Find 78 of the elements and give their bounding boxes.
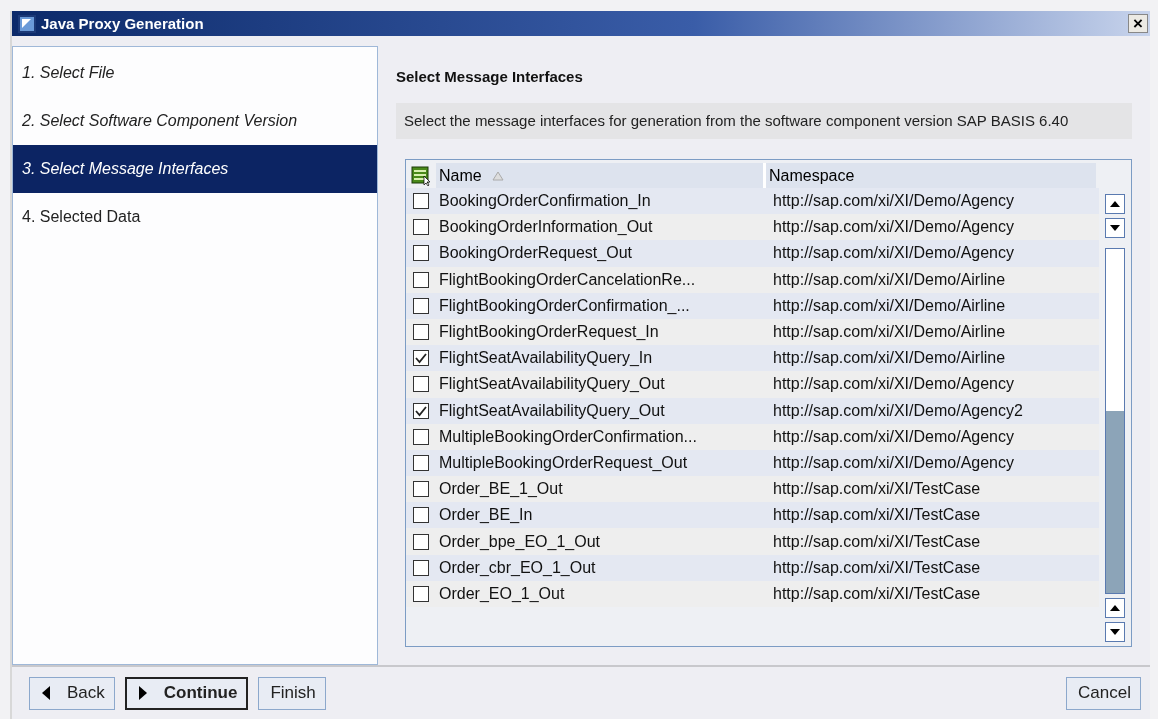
scroll-up-button[interactable] — [1105, 598, 1125, 618]
scroll-thumb[interactable] — [1106, 410, 1124, 593]
table-cell-text: http://sap.com/xi/XI/TestCase — [772, 532, 981, 551]
table-cell-text: Order_BE_In — [438, 506, 534, 525]
table-cell-text: http://sap.com/xi/XI/TestCase — [772, 506, 981, 525]
table-cell-text: Order_cbr_EO_1_Out — [438, 558, 597, 577]
wizard-button[interactable]: Finish — [258, 676, 326, 710]
down-arrow-icon — [1109, 628, 1121, 636]
wizard-button[interactable]: Back — [29, 676, 115, 710]
table-cell-text: Order_EO_1_Out — [438, 584, 566, 603]
wizard-button[interactable]: Continue — [124, 676, 249, 710]
table-cell-text: http://sap.com/xi/XI/Demo/Airline — [772, 349, 1006, 368]
table-cell-text: http://sap.com/xi/XI/Demo/Agency2 — [772, 401, 1023, 420]
up-arrow-icon — [1109, 200, 1121, 208]
table-cell-text: FlightBookingOrderConfirmation_... — [438, 296, 691, 315]
close-button[interactable]: × — [1128, 14, 1148, 33]
row-checkbox[interactable] — [413, 350, 429, 367]
description-text: Select the message interfaces for generation from the software component version SAP BASIS 6.40 — [396, 103, 1132, 139]
step-item[interactable]: 1. Select File — [13, 49, 377, 97]
down-arrow-icon — [1109, 224, 1121, 232]
table-cell-text: BookingOrderConfirmation_In — [438, 192, 652, 211]
row-checkbox[interactable] — [413, 376, 429, 393]
table-cell-text: Order_BE_1_Out — [438, 480, 564, 499]
row-checkbox[interactable] — [413, 454, 429, 471]
row-checkbox[interactable] — [413, 585, 429, 602]
row-checkbox[interactable] — [413, 245, 429, 262]
checkmark-icon — [414, 351, 428, 366]
table-cell-text: http://sap.com/xi/XI/Demo/Agency — [772, 453, 1014, 472]
table-cell-text: BookingOrderRequest_Out — [438, 244, 633, 263]
table-cell-text: FlightSeatAvailabilityQuery_Out — [438, 401, 666, 420]
table-cell-text: BookingOrderInformation_Out — [438, 218, 654, 237]
table-cell-text: FlightBookingOrderRequest_In — [438, 323, 660, 342]
right-arrow-icon — [137, 685, 148, 701]
row-checkbox[interactable] — [413, 324, 429, 341]
row-checkbox[interactable] — [413, 559, 429, 576]
row-checkbox[interactable] — [413, 402, 429, 419]
app-icon — [18, 14, 36, 33]
table-cell-text: MultipleBookingOrderConfirmation... — [438, 427, 698, 446]
row-checkbox[interactable] — [413, 507, 429, 524]
scroll-down-button[interactable] — [1105, 218, 1125, 238]
column-header[interactable]: Namespace — [766, 163, 1096, 188]
select-all-icon[interactable] — [411, 165, 431, 186]
window-title: Java Proxy Generation — [41, 15, 204, 32]
table-cell-text: http://sap.com/xi/XI/Demo/Agency — [772, 427, 1014, 446]
table-cell-text: http://sap.com/xi/XI/Demo/Airline — [772, 323, 1006, 342]
step-item[interactable]: 4. Selected Data — [13, 193, 377, 241]
scroll-up-button[interactable] — [1105, 194, 1125, 214]
row-checkbox[interactable] — [413, 271, 429, 288]
step-item[interactable]: 3. Select Message Interfaces — [13, 145, 377, 193]
cancel-button[interactable]: Cancel — [1066, 676, 1141, 710]
step-item[interactable]: 2. Select Software Component Version — [13, 97, 377, 145]
table-cell-text: FlightSeatAvailabilityQuery_Out — [438, 375, 666, 394]
row-checkbox[interactable] — [413, 481, 429, 498]
row-checkbox[interactable] — [413, 533, 429, 550]
table-cell-text: http://sap.com/xi/XI/TestCase — [772, 558, 981, 577]
row-checkbox[interactable] — [413, 428, 429, 445]
up-arrow-icon — [1109, 604, 1121, 612]
table-cell-text: FlightSeatAvailabilityQuery_In — [438, 349, 654, 368]
table-cell-text: Order_bpe_EO_1_Out — [438, 532, 601, 551]
table-cell-text: http://sap.com/xi/XI/Demo/Airline — [772, 296, 1006, 315]
sort-ascending-icon — [491, 170, 504, 181]
table-cell-text: MultipleBookingOrderRequest_Out — [438, 453, 689, 472]
column-header[interactable]: Name — [436, 163, 766, 188]
row-checkbox[interactable] — [413, 297, 429, 314]
table-cell-text: http://sap.com/xi/XI/Demo/Agency — [772, 375, 1014, 394]
row-checkbox[interactable] — [413, 219, 429, 236]
left-arrow-icon — [41, 685, 51, 701]
scroll-down-button[interactable] — [1105, 622, 1125, 642]
row-checkbox[interactable] — [413, 193, 429, 210]
table-cell-text: http://sap.com/xi/XI/TestCase — [772, 584, 981, 603]
table-cell-text: FlightBookingOrderCancelationRe... — [438, 270, 697, 289]
table-cell-text: http://sap.com/xi/XI/TestCase — [772, 480, 981, 499]
table-cell-text: http://sap.com/xi/XI/Demo/Agency — [772, 192, 1014, 211]
table-cell-text: http://sap.com/xi/XI/Demo/Agency — [772, 244, 1014, 263]
table-cell-text: http://sap.com/xi/XI/Demo/Airline — [772, 270, 1006, 289]
table-cell-text: http://sap.com/xi/XI/Demo/Agency — [772, 218, 1014, 237]
section-heading: Select Message Interfaces — [396, 68, 584, 85]
column-title: Name — [439, 166, 482, 185]
